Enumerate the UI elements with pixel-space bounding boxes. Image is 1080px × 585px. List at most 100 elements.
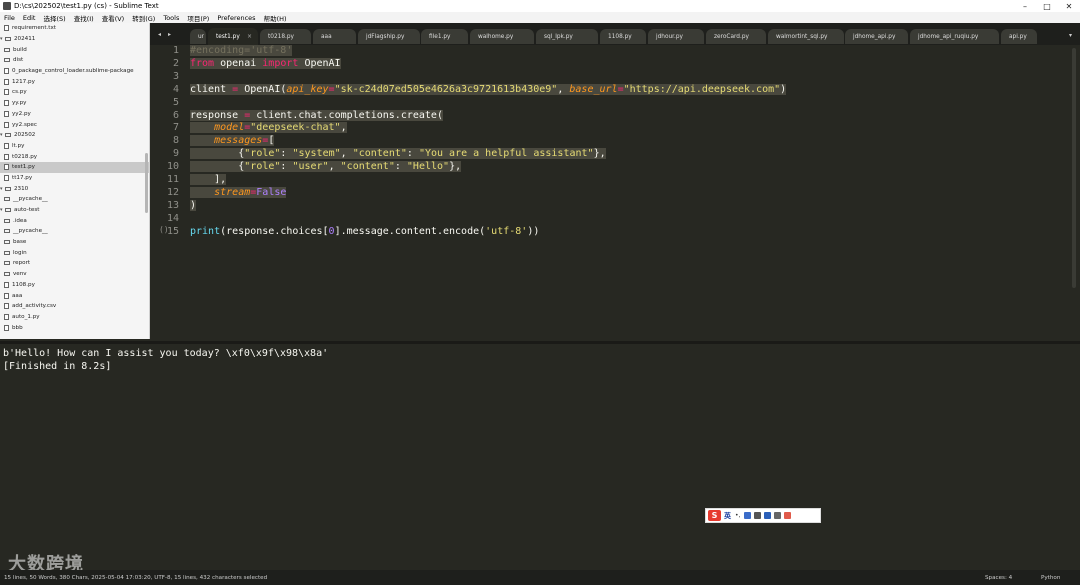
sidebar-item[interactable]: requirement.txt [0,23,149,34]
sidebar-item[interactable]: __pycache__ [0,226,149,237]
sidebar-item[interactable]: 1108.py [0,280,149,291]
sidebar-item[interactable]: 1217.py [0,76,149,87]
editor-tab[interactable]: file1.py [421,29,468,44]
sidebar-item[interactable]: venv [0,269,149,280]
sidebar-scrollbar[interactable] [145,153,148,213]
sidebar-item[interactable]: yy2.py [0,109,149,120]
editor-tab[interactable]: zeroCard.py [706,29,766,44]
editor-tab[interactable]: sql_lpk.py [536,29,598,44]
code-line[interactable]: print(response.choices[0].message.conten… [190,226,539,238]
sidebar-item[interactable]: bbb [0,322,149,333]
sidebar-item[interactable]: ▾ auto-test [0,205,149,216]
sidebar-item[interactable]: yy2.spec [0,119,149,130]
code-line[interactable]: from openai import OpenAI [190,57,341,70]
menu-goto[interactable]: 转到(G) [132,13,155,23]
code-line-text: from openai import OpenAI [190,57,341,69]
sidebar-item[interactable]: yy.py [0,98,149,109]
editor-tab[interactable]: walmortint_sql.py [768,29,844,44]
tab-close-icon[interactable]: × [247,33,252,40]
sidebar-item[interactable]: 0_package_control_loader.sublime-package [0,66,149,77]
minimize-button[interactable]: – [1014,2,1036,11]
status-syntax[interactable]: Python [1041,575,1060,581]
code-line[interactable]: #encoding='utf-8' [190,45,293,57]
menu-tools[interactable]: Tools [163,14,179,22]
code-line[interactable]: ], [190,174,227,186]
sidebar-item-label: test1.py [12,164,35,171]
folder-expand-icon[interactable]: ▾ [0,186,4,192]
code-editor[interactable]: 1 2 3 4 5 6 7 8 9 10 11 12 13 14 15 () #encoding='utf-… [150,45,1080,341]
line-number: 5 [172,96,179,108]
code-line[interactable]: client = OpenAI(api_key="sk-c24d07ed505e… [190,83,787,96]
ime-punctuation-toggle[interactable]: •, [735,512,740,519]
menu-project[interactable]: 项目(P) [187,13,209,23]
sidebar-item[interactable]: test1.py [0,161,149,173]
editor-tab[interactable]: aaa [313,29,356,44]
menu-edit[interactable]: Edit [23,14,36,22]
code-line[interactable]: {"role": "system", "content": "You are a… [190,148,606,160]
fold-marker[interactable]: () [159,225,169,234]
maximize-button[interactable]: □ [1036,2,1058,11]
editor-tab[interactable]: 1108.py [600,29,646,44]
sidebar-item[interactable]: ▾ 2310 [0,183,149,194]
sidebar-item[interactable]: add_activity.csv [0,301,149,312]
sidebar-item[interactable]: __pycache__ [0,194,149,205]
window-title: D:\cs\202502\test1.py (cs) - Sublime Tex… [14,2,159,10]
menu-preferences[interactable]: Preferences [217,14,255,22]
code-line[interactable]: stream=False [190,186,287,199]
menu-help[interactable]: 帮助(H) [264,13,287,23]
sidebar-item[interactable]: ▾ 202502 [0,130,149,141]
editor-tab[interactable]: ur [190,29,206,44]
code-line[interactable]: model="deepseek-chat", [190,122,347,134]
sidebar-item[interactable]: build [0,44,149,55]
editor-tab[interactable]: test1.py × [208,28,258,45]
code-line[interactable]: response = client.chat.completions.creat… [190,109,443,122]
toolbox-icon[interactable] [774,512,782,519]
close-window-button[interactable]: ✕ [1058,2,1080,11]
folder-expand-icon[interactable]: ▾ [0,207,4,213]
editor-tab[interactable]: jdhome_api.py [845,29,908,44]
editor-tab[interactable]: t0218.py [260,29,311,44]
status-indentation[interactable]: Spaces: 4 [985,575,1012,581]
line-number: 3 [172,70,179,82]
sidebar-item[interactable]: auto_1.py [0,312,149,323]
tab-prev-icon[interactable]: ◂ [158,31,161,38]
editor-tab[interactable]: jdhour.py [648,29,704,44]
editor-tab[interactable]: api.py [1001,29,1037,44]
sidebar-item[interactable]: ▾ 202411 [0,34,149,45]
ime-language-toggle[interactable]: 英 [724,511,731,521]
sidebar-item[interactable]: cs.py [0,87,149,98]
sidebar-item[interactable]: report [0,258,149,269]
ime-toolbar[interactable]: S 英 •, [705,508,821,523]
menu-view[interactable]: 查看(V) [102,13,125,23]
sidebar-item[interactable]: lt.py [0,141,149,152]
skin-icon[interactable] [764,512,772,519]
editor-tab[interactable]: walhome.py [470,29,534,44]
folder-icon [5,133,11,138]
file-icon [4,110,9,117]
tab-label: jdFlagship.py [366,33,405,40]
code-line[interactable]: {"role": "user", "content": "Hello"}, [190,161,462,173]
tab-next-icon[interactable]: ▸ [168,31,171,38]
folder-expand-icon[interactable]: ▾ [0,36,4,42]
folder-expand-icon[interactable]: ▾ [0,132,4,138]
code-line[interactable]: messages=[ [190,135,275,147]
sidebar-item[interactable]: login [0,247,149,258]
sidebar-item[interactable]: aaa [0,290,149,301]
editor-tab[interactable]: jdFlagship.py [358,29,420,44]
microphone-icon[interactable] [744,512,752,519]
tab-label: sql_lpk.py [544,33,573,40]
keyboard-icon[interactable] [754,512,762,519]
menu-find[interactable]: 查找(I) [74,13,94,23]
sidebar-item[interactable]: t0218.py [0,151,149,162]
sidebar-item[interactable]: .idea [0,215,149,226]
sidebar-item[interactable]: dist [0,55,149,66]
sidebar-item[interactable]: tt17.py [0,173,149,184]
editor-tab[interactable]: jdhome_api_ruqiu.py [910,29,999,44]
menu-selection[interactable]: 选择(S) [43,13,65,23]
code-line[interactable]: ) [190,199,197,212]
tab-list-menu-icon[interactable]: ▾ [1069,32,1072,39]
ime-more-icon[interactable] [784,512,792,519]
sidebar-item[interactable]: base [0,237,149,248]
editor-scrollbar[interactable] [1072,48,1076,288]
menu-file[interactable]: File [4,14,15,22]
